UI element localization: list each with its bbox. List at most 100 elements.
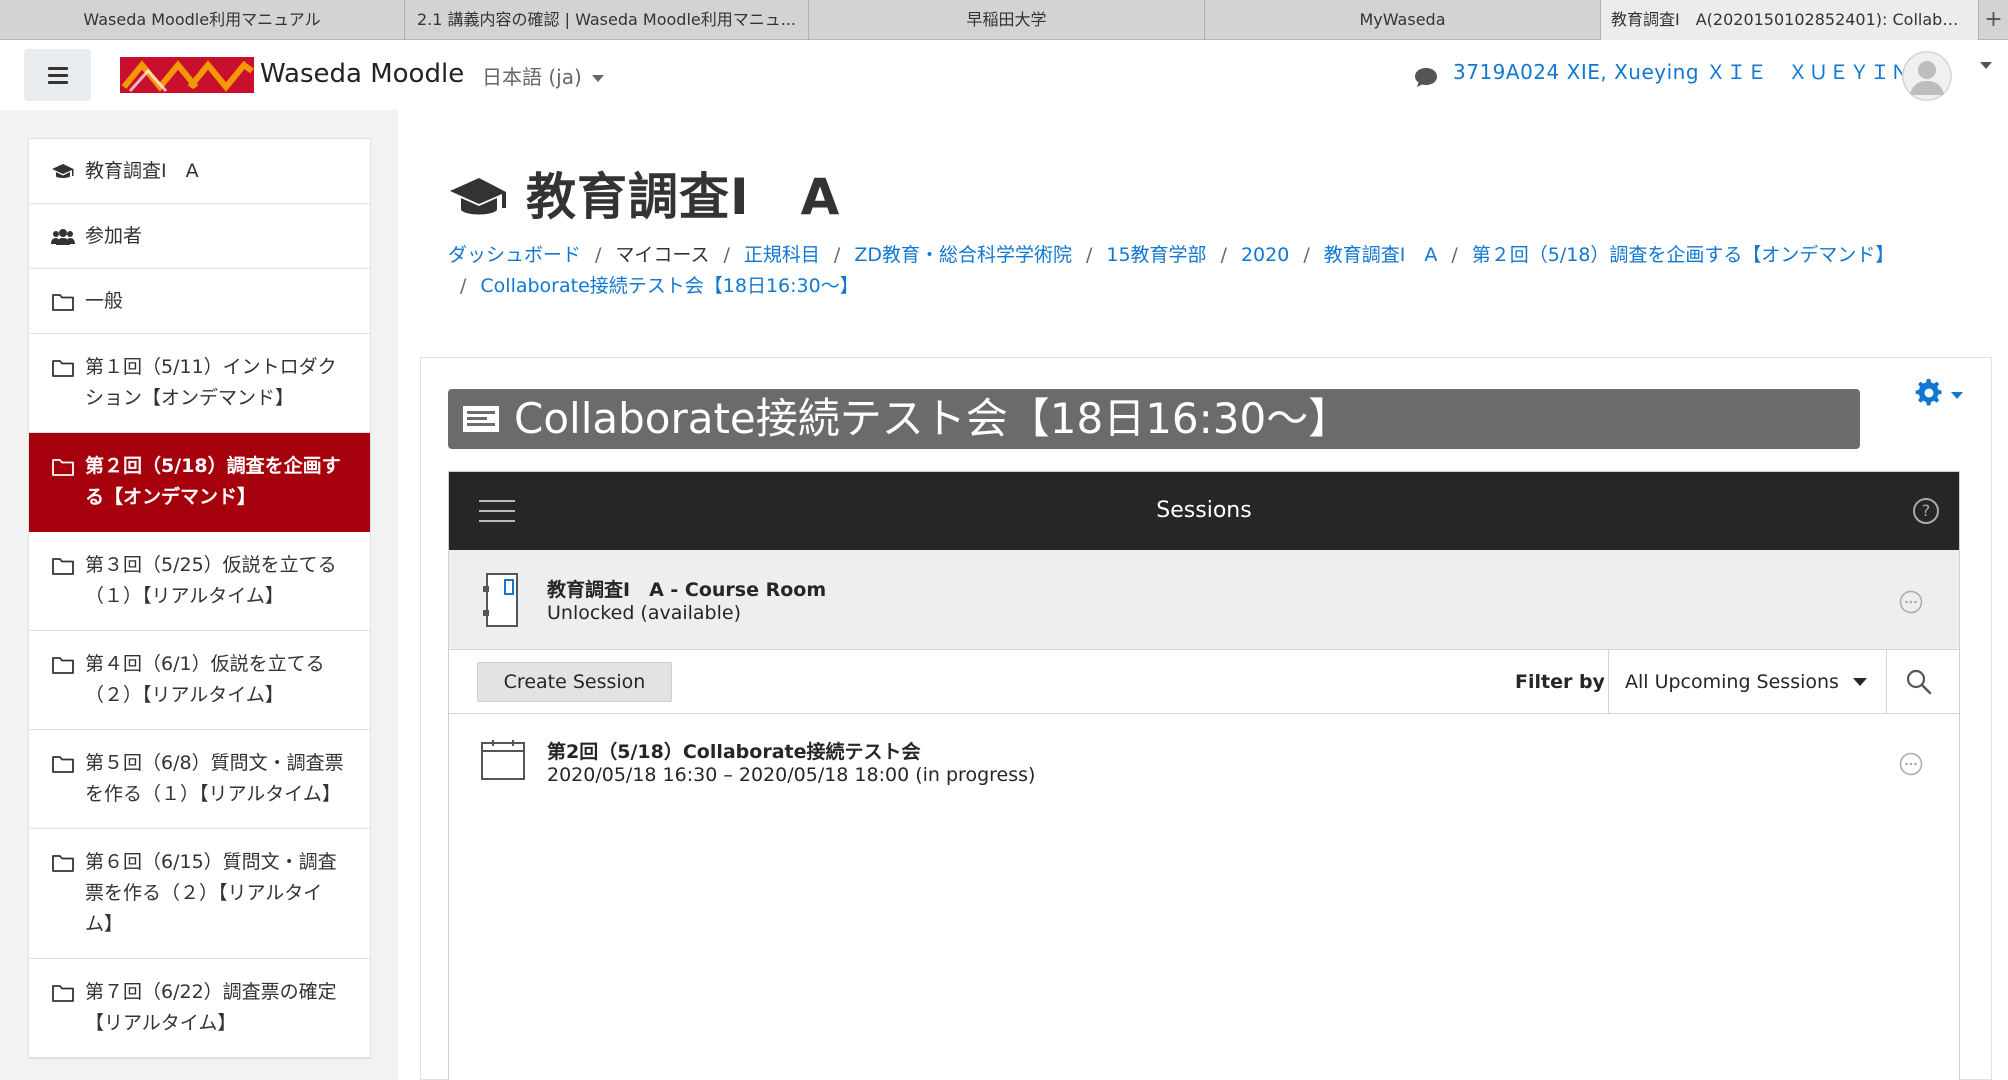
- chevron-down-icon: [591, 75, 604, 82]
- user-menu-name[interactable]: 3719A024 XIE, Xueying ＸＩＥ ＸＵＥＹＩＮＧ: [1453, 52, 1931, 92]
- sessions-toolbar: Create Session Filter by All Upcoming Se…: [449, 650, 1959, 714]
- calendar-icon: [481, 740, 525, 780]
- course-room-name[interactable]: 教育調査I A - Course Room: [547, 578, 826, 602]
- breadcrumb-link[interactable]: ZD教育・総合科学学術院: [854, 244, 1072, 266]
- create-session-button[interactable]: Create Session: [477, 662, 672, 702]
- breadcrumb-link[interactable]: 正規科目: [744, 244, 820, 266]
- breadcrumb-separator: /: [833, 244, 841, 266]
- site-name[interactable]: Waseda Moodle: [260, 56, 464, 92]
- folder-icon: [52, 756, 74, 773]
- nav-item-section-active[interactable]: 第２回（5/18）調査を企画する【オンデマンド】: [29, 433, 370, 532]
- users-icon: [51, 229, 75, 245]
- graduation-cap-icon: [450, 178, 506, 215]
- sessions-title: Sessions: [1156, 498, 1252, 523]
- chevron-down-icon[interactable]: [1980, 62, 1992, 69]
- folder-icon: [52, 985, 74, 1002]
- activity-title: Collaborate接続テスト会【18日16:30〜】: [514, 394, 1351, 443]
- folder-icon: [52, 855, 74, 872]
- folder-icon: [52, 657, 74, 674]
- nav-item-section[interactable]: 第４回（6/1）仮説を立てる（２）【リアルタイム】: [29, 631, 370, 730]
- breadcrumb-separator: /: [1085, 244, 1093, 266]
- hamburger-icon: [47, 66, 68, 70]
- nav-item-label: 第１回（5/11）イントロダクション【オンデマンド】: [85, 356, 337, 409]
- new-tab-button[interactable]: +: [1979, 0, 2008, 40]
- breadcrumb-link[interactable]: 教育調査I A: [1324, 244, 1438, 266]
- avatar[interactable]: [1902, 51, 1952, 101]
- breadcrumb-separator: /: [723, 244, 730, 266]
- activity-title-bar: Collaborate接続テスト会【18日16:30〜】: [448, 389, 1860, 449]
- breadcrumb-separator: /: [1451, 244, 1458, 266]
- nav-item-label: 参加者: [85, 225, 143, 247]
- nav-item-label: 第４回（6/1）仮説を立てる（２）【リアルタイム】: [85, 653, 325, 706]
- nav-item-section[interactable]: 第３回（5/25）仮説を立てる（１）【リアルタイム】: [29, 532, 370, 631]
- nav-item-section[interactable]: 一般: [29, 269, 370, 334]
- breadcrumb-separator: /: [595, 244, 602, 266]
- browser-tab[interactable]: MyWaseda: [1205, 0, 1601, 40]
- browser-tab[interactable]: 早稲田大学: [809, 0, 1205, 40]
- door-icon: [483, 573, 518, 627]
- collaborate-panel: Sessions ? 教育調査I A - Course Room Unlocke…: [448, 471, 1960, 1080]
- nav-item-label: 第５回（6/8）質問文・調査票を作る（１）【リアルタイム】: [85, 752, 344, 805]
- course-room-row[interactable]: 教育調査I A - Course Room Unlocked (availabl…: [449, 550, 1959, 650]
- more-options-icon[interactable]: [1899, 590, 1923, 614]
- nav-item-participants[interactable]: 参加者: [29, 204, 370, 269]
- breadcrumb-link[interactable]: 2020: [1241, 244, 1289, 266]
- browser-tab[interactable]: Waseda Moodle利用マニュアル: [0, 0, 405, 40]
- nav-item-section[interactable]: 第１回（5/11）イントロダクション【オンデマンド】: [29, 334, 370, 433]
- folder-icon: [52, 360, 74, 377]
- breadcrumb-link[interactable]: Collaborate接続テスト会【18日16:30〜】: [480, 275, 858, 297]
- nav-item-label: 第３回（5/25）仮説を立てる（１）【リアルタイム】: [85, 554, 337, 607]
- breadcrumb-item: マイコース: [615, 244, 710, 266]
- nav-item-label: 教育調査I A: [85, 160, 199, 182]
- drawer-toggle-button[interactable]: [24, 49, 91, 101]
- breadcrumb-separator: /: [1220, 244, 1227, 266]
- page-header: 教育調査I A: [448, 165, 840, 229]
- nav-item-label: 第６回（6/15）質問文・調査票を作る（２）【リアルタイム】: [85, 851, 337, 935]
- help-icon[interactable]: ?: [1913, 498, 1939, 524]
- nav-item-section[interactable]: 第５回（6/8）質問文・調査票を作る（１）【リアルタイム】: [29, 730, 370, 829]
- search-icon[interactable]: [1905, 668, 1933, 696]
- breadcrumb-link[interactable]: 15教育学部: [1106, 244, 1206, 266]
- message-icon[interactable]: [1413, 64, 1439, 90]
- activity-region: Collaborate接続テスト会【18日16:30〜】 Sessions ?: [420, 357, 1992, 1080]
- main-region: 教育調査I A ダッシュボード / マイコース / 正規科目 / ZD教育・総合科学学術院 /…: [398, 110, 2008, 1080]
- top-navbar: Waseda Moodle 日本語 (ja) 3719A024 XIE, Xue…: [0, 40, 2008, 110]
- nav-item-label: 第２回（5/18）調査を企画する【オンデマンド】: [85, 455, 341, 508]
- chevron-down-icon[interactable]: [1951, 392, 1963, 399]
- nav-item-label: 一般: [85, 290, 124, 312]
- session-row[interactable]: 第2回（5/18）Collaborate接続テスト会 2020/05/18 16…: [449, 714, 1959, 814]
- browser-tab-active[interactable]: 教育調査I A(2020150102852401): Collabora...: [1601, 0, 1979, 40]
- course-nav-list: 教育調査I A 参加者 一般 第１回（5/11）イントロダクション【オンデマンド…: [28, 138, 371, 1059]
- nav-item-course-home[interactable]: 教育調査I A: [29, 139, 370, 204]
- user-avatar-icon: [1902, 51, 1952, 101]
- language-label: 日本語 (ja): [482, 65, 582, 89]
- nav-drawer: 教育調査I A 参加者 一般 第１回（5/11）イントロダクション【オンデマンド…: [0, 110, 398, 1080]
- graduation-cap-icon: [52, 164, 74, 178]
- browser-tab[interactable]: 2.1 講義内容の確認 | Waseda Moodle利用マニュ...: [405, 0, 809, 40]
- session-filter-select[interactable]: All Upcoming Sessions: [1608, 650, 1887, 714]
- folder-icon: [52, 294, 74, 311]
- nav-item-section[interactable]: 第６回（6/15）質問文・調査票を作る（２）【リアルタイム】: [29, 829, 370, 959]
- breadcrumb-separator: /: [1303, 244, 1310, 266]
- breadcrumb-link[interactable]: 第２回（5/18）調査を企画する【オンデマンド】: [1472, 244, 1895, 266]
- waseda-logo-icon[interactable]: [120, 57, 254, 93]
- filter-label: Filter by: [1515, 671, 1605, 693]
- language-menu[interactable]: 日本語 (ja): [482, 62, 604, 92]
- chevron-down-icon: [1853, 678, 1867, 686]
- nav-item-section[interactable]: 第７回（6/22）調査票の確定【リアルタイム】: [29, 959, 370, 1058]
- session-name[interactable]: 第2回（5/18）Collaborate接続テスト会: [547, 740, 920, 764]
- course-room-status: Unlocked (available): [547, 602, 741, 624]
- sessions-header: Sessions ?: [449, 472, 1959, 550]
- nav-item-label: 第７回（6/22）調査票の確定【リアルタイム】: [85, 981, 337, 1034]
- breadcrumb-link[interactable]: ダッシュボード: [448, 244, 581, 266]
- folder-icon: [52, 459, 74, 476]
- collaborate-icon: [463, 406, 499, 432]
- breadcrumb-separator: /: [460, 275, 467, 297]
- folder-icon: [52, 558, 74, 575]
- filter-value: All Upcoming Sessions: [1625, 671, 1839, 693]
- more-options-icon[interactable]: [1899, 752, 1923, 776]
- page-title: 教育調査I A: [526, 168, 841, 226]
- browser-tab-strip: Waseda Moodle利用マニュアル 2.1 講義内容の確認 | Wased…: [0, 0, 2008, 40]
- gear-icon[interactable]: [1914, 378, 1944, 408]
- breadcrumb: ダッシュボード / マイコース / 正規科目 / ZD教育・総合科学学術院 / 15教育学部 / 2…: [448, 240, 2008, 302]
